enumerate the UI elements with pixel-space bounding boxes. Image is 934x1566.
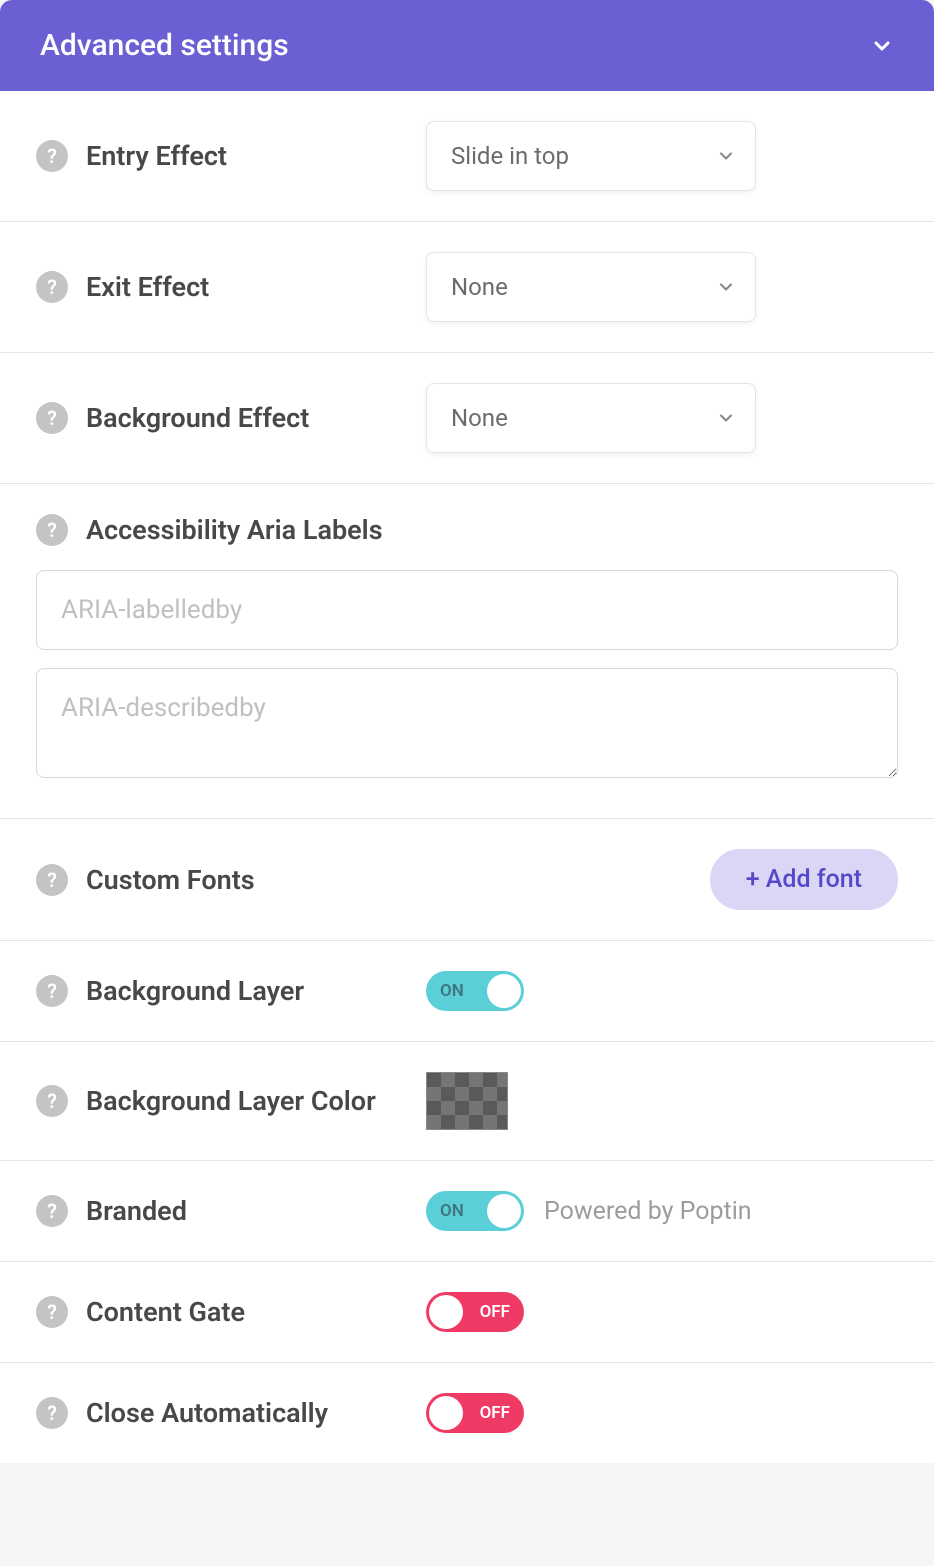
panel-header[interactable]: Advanced settings: [0, 0, 934, 91]
accessibility-aria-label: Accessibility Aria Labels: [86, 514, 383, 546]
help-icon[interactable]: ?: [36, 1195, 68, 1227]
help-icon[interactable]: ?: [36, 975, 68, 1007]
aria-labelledby-input[interactable]: [36, 570, 898, 650]
background-layer-color-row: ? Background Layer Color: [0, 1042, 934, 1161]
chevron-down-icon: [870, 34, 894, 58]
branded-row: ? Branded ON Powered by Poptin: [0, 1161, 934, 1262]
background-layer-row: ? Background Layer ON: [0, 941, 934, 1042]
branded-label: Branded: [86, 1195, 187, 1227]
help-icon[interactable]: ?: [36, 402, 68, 434]
content-gate-row: ? Content Gate OFF: [0, 1262, 934, 1363]
add-font-button[interactable]: + Add font: [710, 849, 898, 910]
help-icon[interactable]: ?: [36, 1397, 68, 1429]
toggle-circle: [429, 1295, 463, 1329]
content-gate-toggle[interactable]: OFF: [426, 1292, 524, 1332]
help-icon[interactable]: ?: [36, 140, 68, 172]
entry-effect-row: ? Entry Effect Slide in top: [0, 91, 934, 222]
entry-effect-label: Entry Effect: [86, 140, 227, 172]
background-effect-row: ? Background Effect None: [0, 353, 934, 484]
background-layer-toggle[interactable]: ON: [426, 971, 524, 1011]
entry-effect-select[interactable]: Slide in top: [426, 121, 756, 191]
toggle-circle: [487, 974, 521, 1008]
toggle-circle: [429, 1396, 463, 1430]
aria-describedby-input[interactable]: [36, 668, 898, 778]
help-icon[interactable]: ?: [36, 271, 68, 303]
help-icon[interactable]: ?: [36, 864, 68, 896]
toggle-circle: [487, 1194, 521, 1228]
help-icon[interactable]: ?: [36, 1085, 68, 1117]
exit-effect-row: ? Exit Effect None: [0, 222, 934, 353]
custom-fonts-label: Custom Fonts: [86, 864, 255, 896]
background-layer-color-label: Background Layer Color: [86, 1085, 376, 1117]
toggle-label: OFF: [480, 1302, 510, 1322]
background-layer-color-picker[interactable]: [426, 1072, 508, 1130]
close-automatically-row: ? Close Automatically OFF: [0, 1363, 934, 1463]
background-effect-label: Background Effect: [86, 402, 309, 434]
panel-title: Advanced settings: [40, 28, 289, 63]
advanced-settings-panel: Advanced settings ? Entry Effect Slide i…: [0, 0, 934, 1463]
close-automatically-label: Close Automatically: [86, 1397, 328, 1429]
custom-fonts-row: ? Custom Fonts + Add font: [0, 819, 934, 941]
help-icon[interactable]: ?: [36, 514, 68, 546]
background-layer-label: Background Layer: [86, 975, 304, 1007]
toggle-label: ON: [440, 1201, 464, 1221]
content-gate-label: Content Gate: [86, 1296, 245, 1328]
help-icon[interactable]: ?: [36, 1296, 68, 1328]
branded-toggle[interactable]: ON: [426, 1191, 524, 1231]
toggle-label: ON: [440, 981, 464, 1001]
exit-effect-label: Exit Effect: [86, 271, 209, 303]
close-automatically-toggle[interactable]: OFF: [426, 1393, 524, 1433]
exit-effect-select[interactable]: None: [426, 252, 756, 322]
accessibility-aria-row: ? Accessibility Aria Labels: [0, 484, 934, 819]
background-effect-select[interactable]: None: [426, 383, 756, 453]
toggle-label: OFF: [480, 1403, 510, 1423]
branded-by-text: Powered by Poptin: [544, 1197, 752, 1226]
